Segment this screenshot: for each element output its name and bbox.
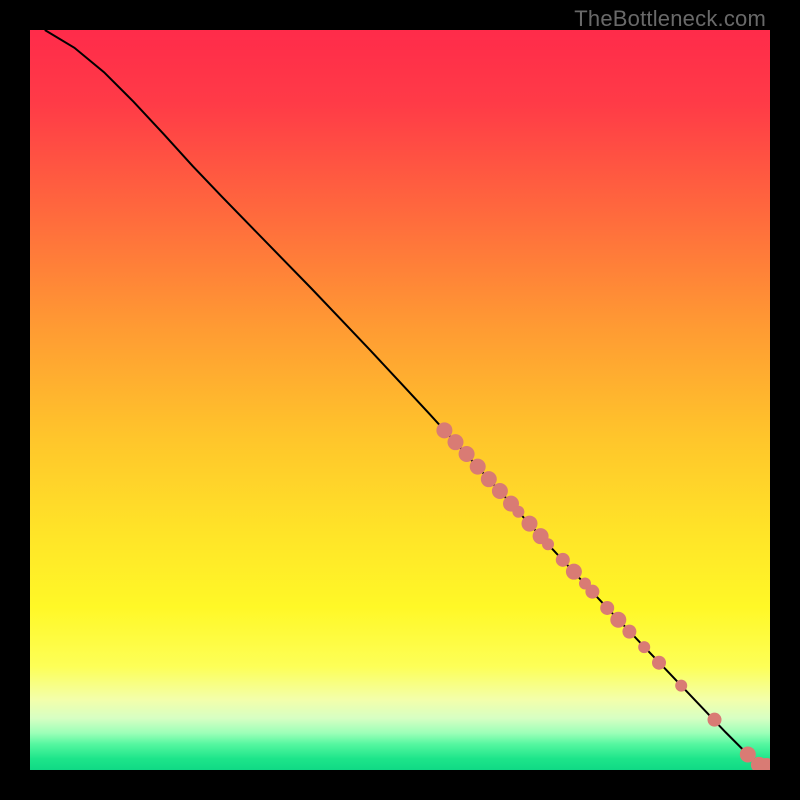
data-point xyxy=(542,538,554,550)
data-point xyxy=(585,585,599,599)
data-point xyxy=(638,641,650,653)
chart-stage: TheBottleneck.com xyxy=(0,0,800,800)
data-point xyxy=(610,612,626,628)
data-point xyxy=(652,656,666,670)
data-point xyxy=(512,506,524,518)
data-point xyxy=(492,483,508,499)
data-point xyxy=(522,516,538,532)
data-point xyxy=(566,564,582,580)
data-point xyxy=(448,434,464,450)
data-point xyxy=(481,471,497,487)
plot-area xyxy=(30,30,770,770)
data-point xyxy=(708,713,722,727)
data-point xyxy=(675,680,687,692)
data-point xyxy=(436,422,452,438)
data-point xyxy=(622,625,636,639)
data-point xyxy=(556,553,570,567)
data-point xyxy=(470,459,486,475)
data-point xyxy=(600,601,614,615)
data-point xyxy=(459,446,475,462)
chart-svg xyxy=(30,30,770,770)
watermark-label: TheBottleneck.com xyxy=(574,6,766,32)
